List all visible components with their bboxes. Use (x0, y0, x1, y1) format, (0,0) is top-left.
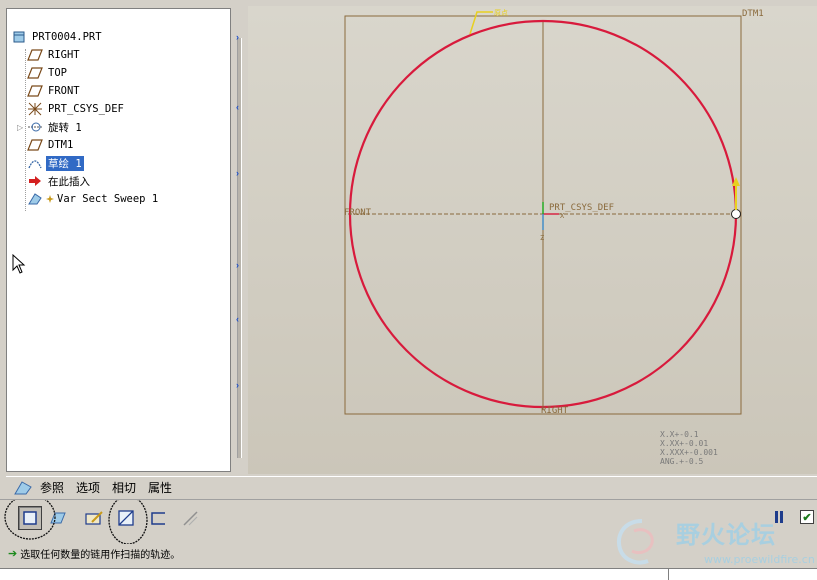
var-sect-sweep-tool-icon (12, 479, 34, 497)
sketch-icon (27, 156, 43, 170)
tree-item-label: TOP (48, 67, 67, 79)
csys-x-label: X (560, 212, 565, 220)
tree-item-label: 草绘 1 (46, 155, 84, 171)
collapse-arrow-icon[interactable]: ‹ (236, 314, 239, 324)
filter-dropdown[interactable] (668, 569, 817, 580)
tree-item-top[interactable]: TOP (27, 65, 69, 81)
tree-item-part[interactable]: PRT0004.PRT (11, 29, 104, 45)
tab-tangency[interactable]: 相切 (106, 479, 142, 496)
collapse-arrow-icon[interactable]: ‹ (236, 102, 239, 112)
message-area: ➔ 选取任何数量的链用作扫描的轨迹。 (0, 543, 817, 563)
datum-plane-icon (27, 66, 43, 80)
var-sect-sweep-icon (27, 192, 43, 206)
tree-item-right[interactable]: RIGHT (27, 47, 82, 63)
tree-item-label: 旋转 1 (48, 121, 82, 134)
graphics-window[interactable]: DTM1 FRONT RIGHT PRT_CSYS_DEF X Z 原点 X.X… (248, 6, 817, 474)
right-label: RIGHT (541, 406, 569, 416)
insert-here-arrow-icon (27, 174, 43, 188)
tree-guide-line (25, 49, 26, 211)
tree-item-front[interactable]: FRONT (27, 83, 82, 99)
tree-item-label: 在此插入 (48, 175, 90, 188)
datum-plane-icon (27, 84, 43, 98)
tab-references[interactable]: 参照 (34, 479, 70, 496)
tab-options[interactable]: 选项 (70, 479, 106, 496)
collapse-arrow-icon[interactable]: › (236, 260, 239, 270)
csys-icon (27, 102, 43, 116)
tree-item-revolve[interactable]: 旋转 1 (27, 119, 84, 135)
tolerance-line: X.XXX+-0.001 (660, 448, 718, 457)
tree-item-var-sect-sweep[interactable]: Var Sect Sweep 1 (27, 191, 160, 207)
tree-item-label: Var Sect Sweep 1 (57, 193, 159, 205)
tree-item-csys[interactable]: PRT_CSYS_DEF (27, 101, 126, 117)
callout-label: 原点 (494, 9, 508, 17)
mouse-cursor-icon (12, 254, 26, 274)
datum-plane-icon (27, 48, 43, 62)
dtm1-label: DTM1 (742, 9, 764, 19)
new-feature-star-icon (46, 192, 54, 206)
remove-material-button[interactable] (178, 506, 202, 530)
tolerance-line: X.XX+-0.01 (660, 439, 709, 448)
expand-icon[interactable]: ▷ (17, 123, 23, 132)
graphics-canvas[interactable]: DTM1 FRONT RIGHT PRT_CSYS_DEF X Z 原点 (248, 6, 817, 474)
tree-item-label: DTM1 (48, 139, 74, 151)
prompt-arrow-icon: ➔ (8, 547, 18, 560)
part-icon (11, 30, 27, 44)
model-tree: PRT0004.PRT RIGHT TOP FRONT PRT_CSYS_DEF… (6, 8, 231, 472)
revolve-icon (27, 120, 43, 134)
front-label: FRONT (344, 208, 372, 218)
status-message: 选取任何数量的链用作扫描的轨迹。 (20, 549, 181, 561)
dashboard-tabs: 参照 选项 相切 属性 (6, 476, 817, 498)
datum-plane-icon (27, 138, 43, 152)
tree-item-label: RIGHT (48, 49, 80, 61)
collapse-arrow-icon[interactable]: › (236, 380, 239, 390)
tolerance-table: X.X+-0.1 X.XX+-0.01 X.XXX+-0.001 ANG.+-0… (660, 430, 718, 466)
csys-z-label: Z (540, 234, 544, 242)
splitter-track[interactable] (237, 38, 242, 458)
tolerance-line: X.X+-0.1 (660, 430, 699, 439)
csys-label: PRT_CSYS_DEF (549, 203, 614, 213)
tree-item-dtm1[interactable]: DTM1 (27, 137, 75, 153)
tab-properties[interactable]: 属性 (142, 479, 178, 496)
trajectory-start-point[interactable] (731, 209, 741, 219)
tree-item-sketch[interactable]: 草绘 1 (27, 155, 84, 171)
panel-splitter[interactable]: › ‹ › › ‹ › (233, 8, 246, 472)
tolerance-line: ANG.+-0.5 (660, 457, 704, 466)
collapse-arrow-icon[interactable]: › (236, 168, 239, 178)
tree-item-insert-here[interactable]: 在此插入 (27, 173, 92, 189)
remove-material-icon (183, 511, 198, 526)
status-bar (0, 568, 817, 580)
tree-item-label: FRONT (48, 85, 80, 97)
tree-item-label: PRT0004.PRT (32, 31, 102, 43)
collapse-arrow-icon[interactable]: › (236, 32, 239, 42)
annotation-marks (4, 500, 148, 544)
tree-item-label: PRT_CSYS_DEF (48, 103, 124, 115)
